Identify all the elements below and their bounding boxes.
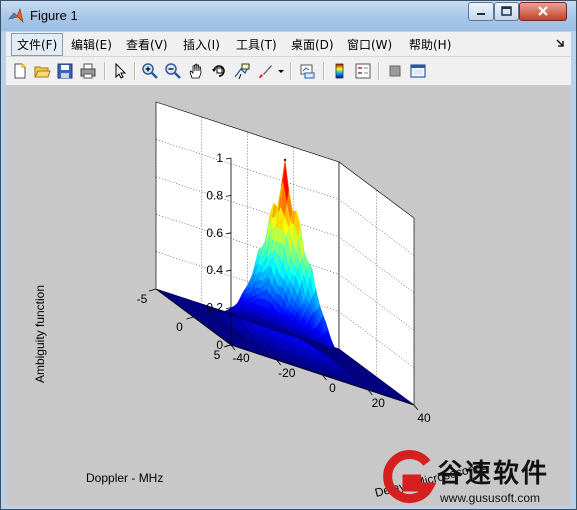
menu-window[interactable]: 窗口(W) (347, 36, 392, 53)
matlab-logo-icon (8, 8, 24, 23)
x-tick-label: 5 (214, 348, 221, 362)
save-icon[interactable] (56, 62, 74, 80)
link-plot-icon[interactable] (299, 62, 317, 80)
colorbar-icon[interactable] (331, 62, 349, 80)
watermark-text: 谷速软件 (437, 459, 550, 489)
window-title: Figure 1 (30, 8, 78, 23)
zoom-out-icon[interactable] (164, 62, 182, 80)
close-button[interactable] (519, 2, 567, 21)
menu-insert[interactable]: 插入(I) (183, 36, 220, 53)
toolbar-separator (104, 62, 106, 80)
legend-icon[interactable] (354, 62, 372, 80)
watermark-logo: 谷速软件 www.gususoft.com (377, 447, 577, 510)
g-logo-icon (383, 450, 437, 504)
toolbar-separator (378, 62, 380, 80)
menu-bar: 文件(F) 编辑(E) 查看(V) 插入(I) 工具(T) 桌面(D) 窗口(W… (6, 32, 571, 57)
print-icon[interactable] (79, 62, 97, 80)
y-tick-label: 20 (372, 396, 386, 410)
figure-canvas[interactable]: 0 0.2 0.4 0.6 0.8 1 5 0 -5 -40 -20 0 20 40 Ambiguity … (6, 86, 571, 506)
z-tick-label: 0.2 (206, 301, 223, 315)
brush-dropdown-icon[interactable] (277, 62, 285, 80)
menu-edit[interactable]: 编辑(E) (71, 36, 112, 53)
show-plot-tools-icon[interactable] (409, 62, 427, 80)
y-tick-label: 0 (329, 381, 336, 395)
close-icon (538, 6, 548, 16)
figure-toolbar (6, 57, 571, 86)
minimize-icon (477, 13, 485, 15)
x-axis-label: Doppler - MHz (86, 471, 163, 485)
figure-window: Figure 1 文件(F) 编辑(E) 查看(V) 插入(I) 工具(T) 桌… (0, 0, 577, 510)
menu-file[interactable]: 文件(F) (11, 33, 64, 56)
zoom-in-icon[interactable] (141, 62, 159, 80)
title-bar[interactable]: Figure 1 (1, 1, 576, 31)
x-tick-mark (186, 316, 194, 320)
z-tick-label: 0.6 (206, 226, 223, 240)
z-axis-label: Ambiguity function (33, 285, 47, 383)
x-tick-label: -5 (137, 292, 148, 306)
pan-hand-icon[interactable] (187, 62, 205, 80)
x-tick-mark (148, 288, 157, 292)
y-tick-label: 40 (417, 411, 431, 425)
dock-arrow-icon[interactable] (555, 38, 565, 48)
hide-plot-tools-icon[interactable] (386, 62, 404, 80)
select-arrow-icon[interactable] (111, 62, 129, 80)
z-tick-label: 0.8 (206, 188, 223, 202)
menu-desktop[interactable]: 桌面(D) (291, 36, 334, 53)
menu-tools[interactable]: 工具(T) (236, 36, 277, 53)
y-tick-label: -40 (232, 351, 250, 365)
axes-3d[interactable]: 00.20.40.60.8150-5-40-2002040 Ambiguity … (6, 86, 571, 506)
z-tick-label: 0.4 (206, 263, 223, 277)
watermark-url: www.gususoft.com (440, 491, 541, 505)
z-tick-label: 1 (216, 151, 223, 165)
x-tick-label: 0 (176, 320, 183, 334)
y-tick-mark (413, 404, 419, 411)
toolbar-separator (134, 62, 136, 80)
new-figure-icon[interactable] (11, 62, 29, 80)
brush-icon[interactable] (256, 62, 274, 80)
minimize-button[interactable] (468, 2, 494, 21)
y-tick-label: -20 (278, 366, 296, 380)
menu-help[interactable]: 帮助(H) (409, 36, 451, 53)
open-icon[interactable] (33, 62, 51, 80)
menu-view[interactable]: 查看(V) (126, 36, 168, 53)
maximize-button[interactable] (494, 2, 519, 21)
maximize-icon (501, 6, 512, 16)
toolbar-separator (323, 62, 325, 80)
rotate-3d-icon[interactable] (210, 62, 228, 80)
toolbar-separator (290, 62, 292, 80)
data-cursor-icon[interactable] (233, 62, 251, 80)
surface-peak (283, 158, 287, 162)
